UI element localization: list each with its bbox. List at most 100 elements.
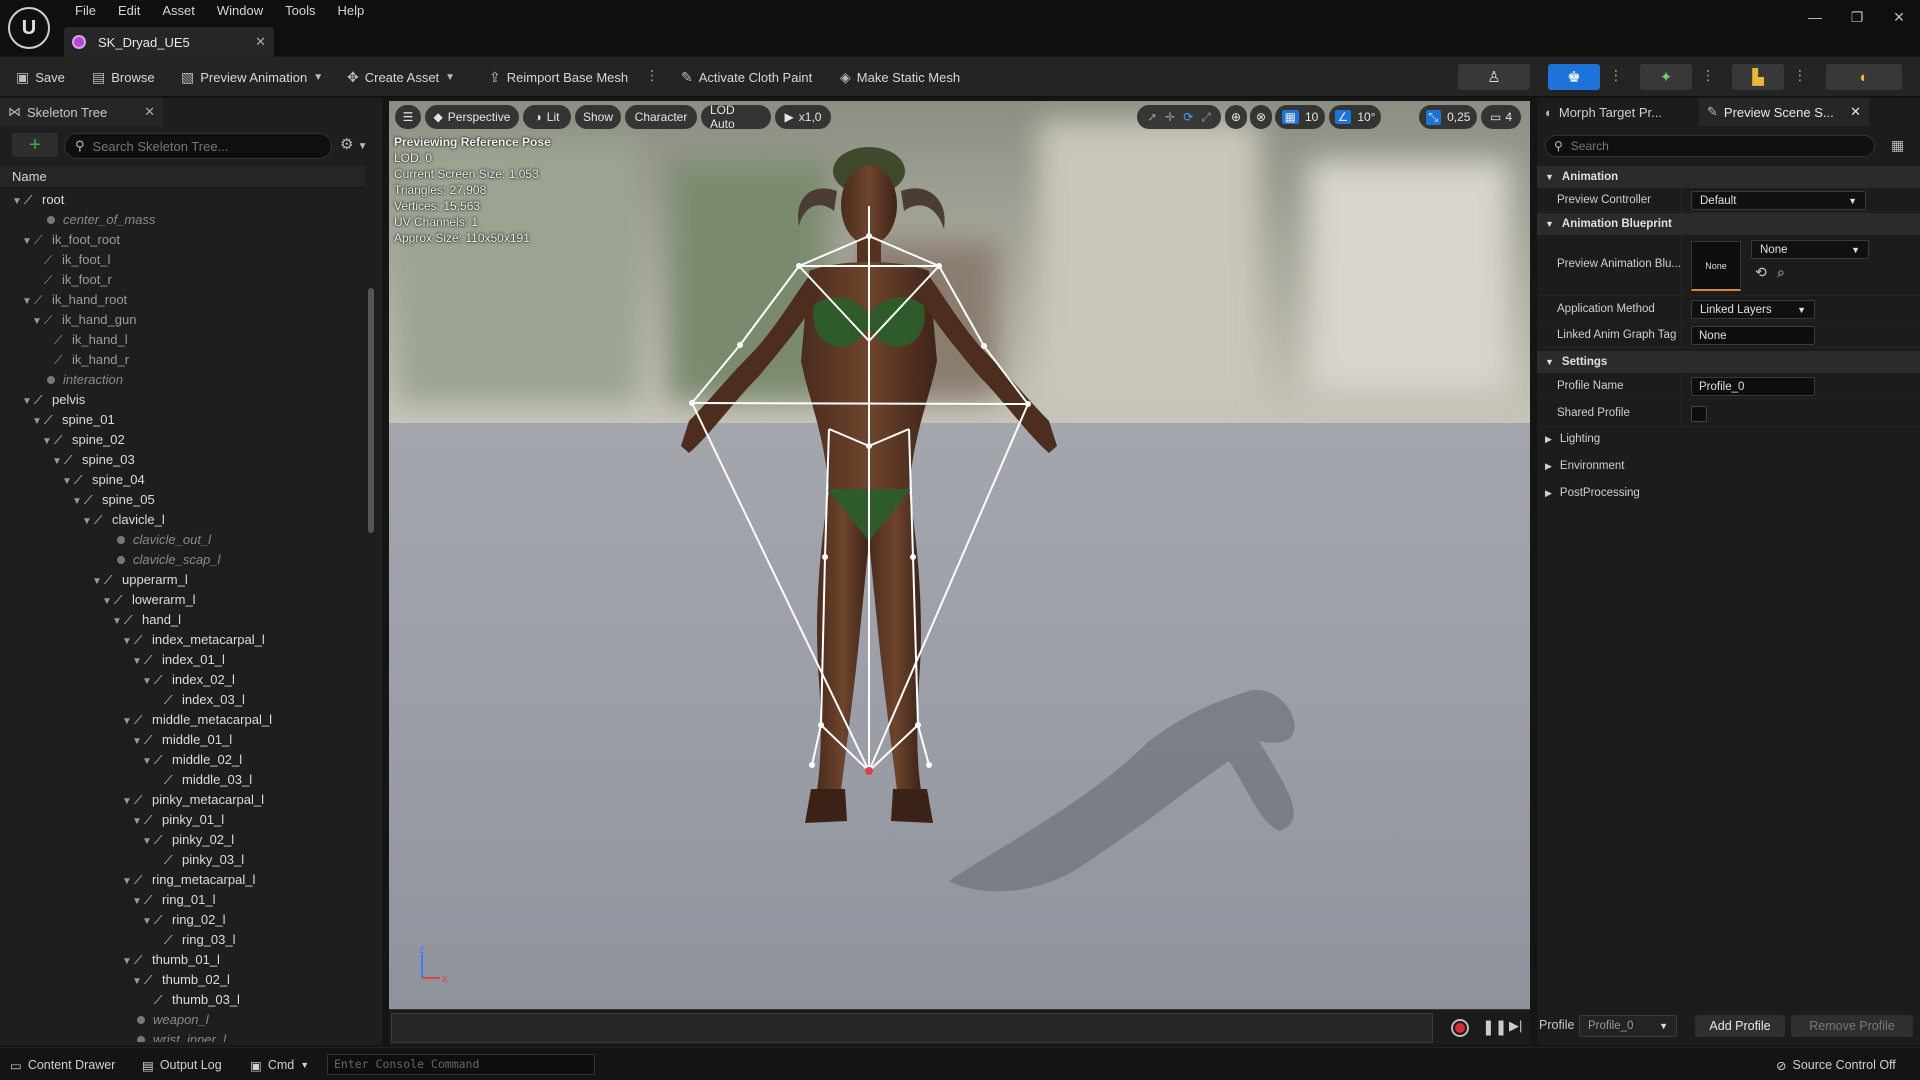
expand-arrow-icon[interactable]: ▼	[32, 312, 44, 332]
expand-arrow-icon[interactable]: ▼	[92, 572, 104, 592]
rotation-snap-button[interactable]: ∠ 10°	[1329, 105, 1381, 129]
tree-row[interactable]: ▼ ⟋ pelvis	[22, 390, 85, 410]
tree-row[interactable]: ▼ ⟋ ik_hand_root	[22, 290, 127, 310]
perspective-button[interactable]: ◆ Perspective	[425, 105, 519, 129]
skeleton-tree-search-input[interactable]: ⚲ Search Skeleton Tree...	[64, 133, 332, 159]
expand-arrow-icon[interactable]: ▼	[122, 872, 134, 892]
tree-row[interactable]: interaction	[32, 370, 123, 390]
application-method-dropdown[interactable]: Linked Layers ▼	[1691, 300, 1815, 319]
physics-mode-button[interactable]: ◐	[1826, 64, 1902, 90]
preview-viewport[interactable]: ☰ ◆ Perspective ◑ Lit Show Character LOD…	[389, 101, 1530, 1009]
surface-snap-button[interactable]: ⊗	[1250, 105, 1272, 129]
console-command-input[interactable]: Enter Console Command	[327, 1054, 595, 1075]
tree-row[interactable]: weapon_l	[122, 1010, 209, 1030]
lod-button[interactable]: LOD Auto	[701, 103, 771, 131]
menu-help[interactable]: Help	[326, 2, 375, 22]
section-settings[interactable]: ▼ Settings	[1537, 351, 1920, 373]
menu-file[interactable]: File	[64, 2, 107, 22]
tree-row[interactable]: wrist_inner_l	[122, 1030, 226, 1042]
tree-row[interactable]: ⟋ index_03_l	[152, 690, 245, 710]
property-matrix-icon[interactable]: ▦	[1891, 137, 1904, 154]
select-cursor-icon[interactable]: ➚	[1147, 110, 1157, 124]
tree-row[interactable]: ⟋ pinky_03_l	[152, 850, 244, 870]
tab-skeleton-tree[interactable]: ⋈ Skeleton Tree ✕	[0, 98, 163, 126]
tree-row[interactable]: ▼ ⟋ middle_metacarpal_l	[122, 710, 272, 730]
close-tab-icon[interactable]: ✕	[1850, 104, 1861, 120]
expand-arrow-icon[interactable]: ▼	[32, 412, 44, 432]
lit-button[interactable]: ◑ Lit	[523, 105, 571, 129]
tree-row[interactable]: ▼ ⟋ spine_02	[42, 430, 125, 450]
expand-arrow-icon[interactable]: ▼	[42, 432, 54, 452]
settings-gear-icon[interactable]: ⚙ ▼	[340, 135, 368, 153]
tree-row[interactable]: ▼ ⟋ pinky_metacarpal_l	[122, 790, 264, 810]
expand-arrow-icon[interactable]: ▼	[142, 752, 154, 772]
expand-arrow-icon[interactable]: ▼	[12, 192, 24, 212]
translate-icon[interactable]: ✛	[1165, 110, 1175, 124]
add-profile-button[interactable]: Add Profile	[1695, 1015, 1785, 1037]
tree-row[interactable]: ▼ ⟋ ik_hand_gun	[32, 310, 136, 330]
tree-row[interactable]: ▼ ⟋ middle_01_l	[132, 730, 232, 750]
menu-asset[interactable]: Asset	[151, 2, 206, 22]
grid-snap-button[interactable]: ▦ 10	[1275, 105, 1325, 129]
close-tab-icon[interactable]: ✕	[255, 34, 266, 50]
tree-row[interactable]: ▼ ⟋ lowerarm_l	[102, 590, 196, 610]
tree-row[interactable]: ▼ ⟋ pinky_01_l	[132, 810, 224, 830]
expand-arrow-icon[interactable]: ▼	[112, 612, 124, 632]
menu-window[interactable]: Window	[206, 2, 274, 22]
create-asset-button[interactable]: ✥ Create Asset ▼	[347, 65, 455, 89]
tree-row[interactable]: ▼ ⟋ spine_03	[52, 450, 135, 470]
shared-profile-checkbox[interactable]	[1691, 406, 1707, 422]
character-button[interactable]: Character	[625, 105, 697, 129]
source-control-button[interactable]: ⊘ Source Control Off	[1776, 1055, 1896, 1075]
expand-arrow-icon[interactable]: ▼	[22, 392, 34, 412]
close-tab-icon[interactable]: ✕	[144, 104, 155, 120]
tree-row[interactable]: ▼ ⟋ index_01_l	[132, 650, 225, 670]
output-log-button[interactable]: ▤ Output Log	[142, 1055, 222, 1075]
tree-row[interactable]: clavicle_out_l	[102, 530, 211, 550]
pause-button[interactable]: ❚❚	[1482, 1018, 1507, 1036]
profile-name-input[interactable]: Profile_0	[1691, 377, 1815, 396]
expand-arrow-icon[interactable]: ▼	[142, 832, 154, 852]
record-button[interactable]	[1451, 1019, 1469, 1037]
expand-arrow-icon[interactable]: ▼	[72, 492, 84, 512]
scale-snap-button[interactable]: ⤡ 0,25	[1419, 105, 1477, 129]
menu-tools[interactable]: Tools	[274, 2, 326, 22]
content-drawer-button[interactable]: ▭ Content Drawer	[10, 1055, 115, 1075]
tree-row[interactable]: ▼ ⟋ spine_04	[62, 470, 145, 490]
mesh-mode-button[interactable]: ♚	[1548, 64, 1600, 90]
tree-column-header[interactable]: Name	[0, 166, 365, 188]
add-button[interactable]: +	[12, 133, 58, 157]
tab-morph-target-preview[interactable]: ◐ Morph Target Pr...	[1537, 98, 1699, 126]
expand-arrow-icon[interactable]: ▼	[102, 592, 114, 612]
camera-speed-button[interactable]: ▭ 4	[1481, 105, 1521, 129]
play-rate-button[interactable]: ▶ x1,0	[775, 105, 831, 129]
browse-asset-icon[interactable]: ⌕	[1777, 264, 1785, 281]
more-options-icon[interactable]: ⋮	[645, 67, 659, 84]
tree-row[interactable]: ▼ ⟋ index_metacarpal_l	[122, 630, 265, 650]
tree-row[interactable]: ▼ ⟋ root	[12, 190, 64, 210]
save-button[interactable]: ▣ Save	[16, 65, 65, 89]
rotate-icon[interactable]: ⟳	[1183, 110, 1193, 124]
expand-arrow-icon[interactable]: ▼	[22, 292, 34, 312]
more-options-icon[interactable]: ⋮	[1609, 67, 1623, 84]
tree-row[interactable]: center_of_mass	[32, 210, 156, 230]
profile-dropdown[interactable]: Profile_0 ▼	[1579, 1015, 1677, 1037]
expand-arrow-icon[interactable]: ▼	[132, 892, 144, 912]
preview-controller-dropdown[interactable]: Default ▼	[1691, 191, 1866, 210]
tree-row[interactable]: ▼ ⟋ pinky_02_l	[142, 830, 234, 850]
tree-row[interactable]: ▼ ⟋ ring_02_l	[142, 910, 226, 930]
reimport-base-mesh-button[interactable]: ⇪ Reimport Base Mesh	[489, 65, 628, 89]
tree-row[interactable]: ▼ ⟋ ring_01_l	[132, 890, 216, 910]
animation-mode-button[interactable]: ✦	[1640, 64, 1692, 90]
section-animation-blueprint[interactable]: ▼ Animation Blueprint	[1537, 213, 1920, 235]
cmd-dropdown[interactable]: ▣ Cmd ▼	[250, 1055, 309, 1075]
tree-row[interactable]: ⟋ middle_03_l	[152, 770, 252, 790]
tree-row[interactable]: ▼ ⟋ middle_02_l	[142, 750, 242, 770]
expand-arrow-icon[interactable]: ▼	[122, 632, 134, 652]
tree-row[interactable]: ⟋ ik_hand_r	[42, 350, 129, 370]
expand-arrow-icon[interactable]: ▼	[52, 452, 64, 472]
tree-row[interactable]: ⟋ ik_foot_r	[32, 270, 112, 290]
remove-profile-button[interactable]: Remove Profile	[1791, 1015, 1913, 1037]
blueprint-mode-button[interactable]: ▙	[1732, 64, 1784, 90]
activate-cloth-paint-button[interactable]: ✎ Activate Cloth Paint	[681, 65, 812, 89]
